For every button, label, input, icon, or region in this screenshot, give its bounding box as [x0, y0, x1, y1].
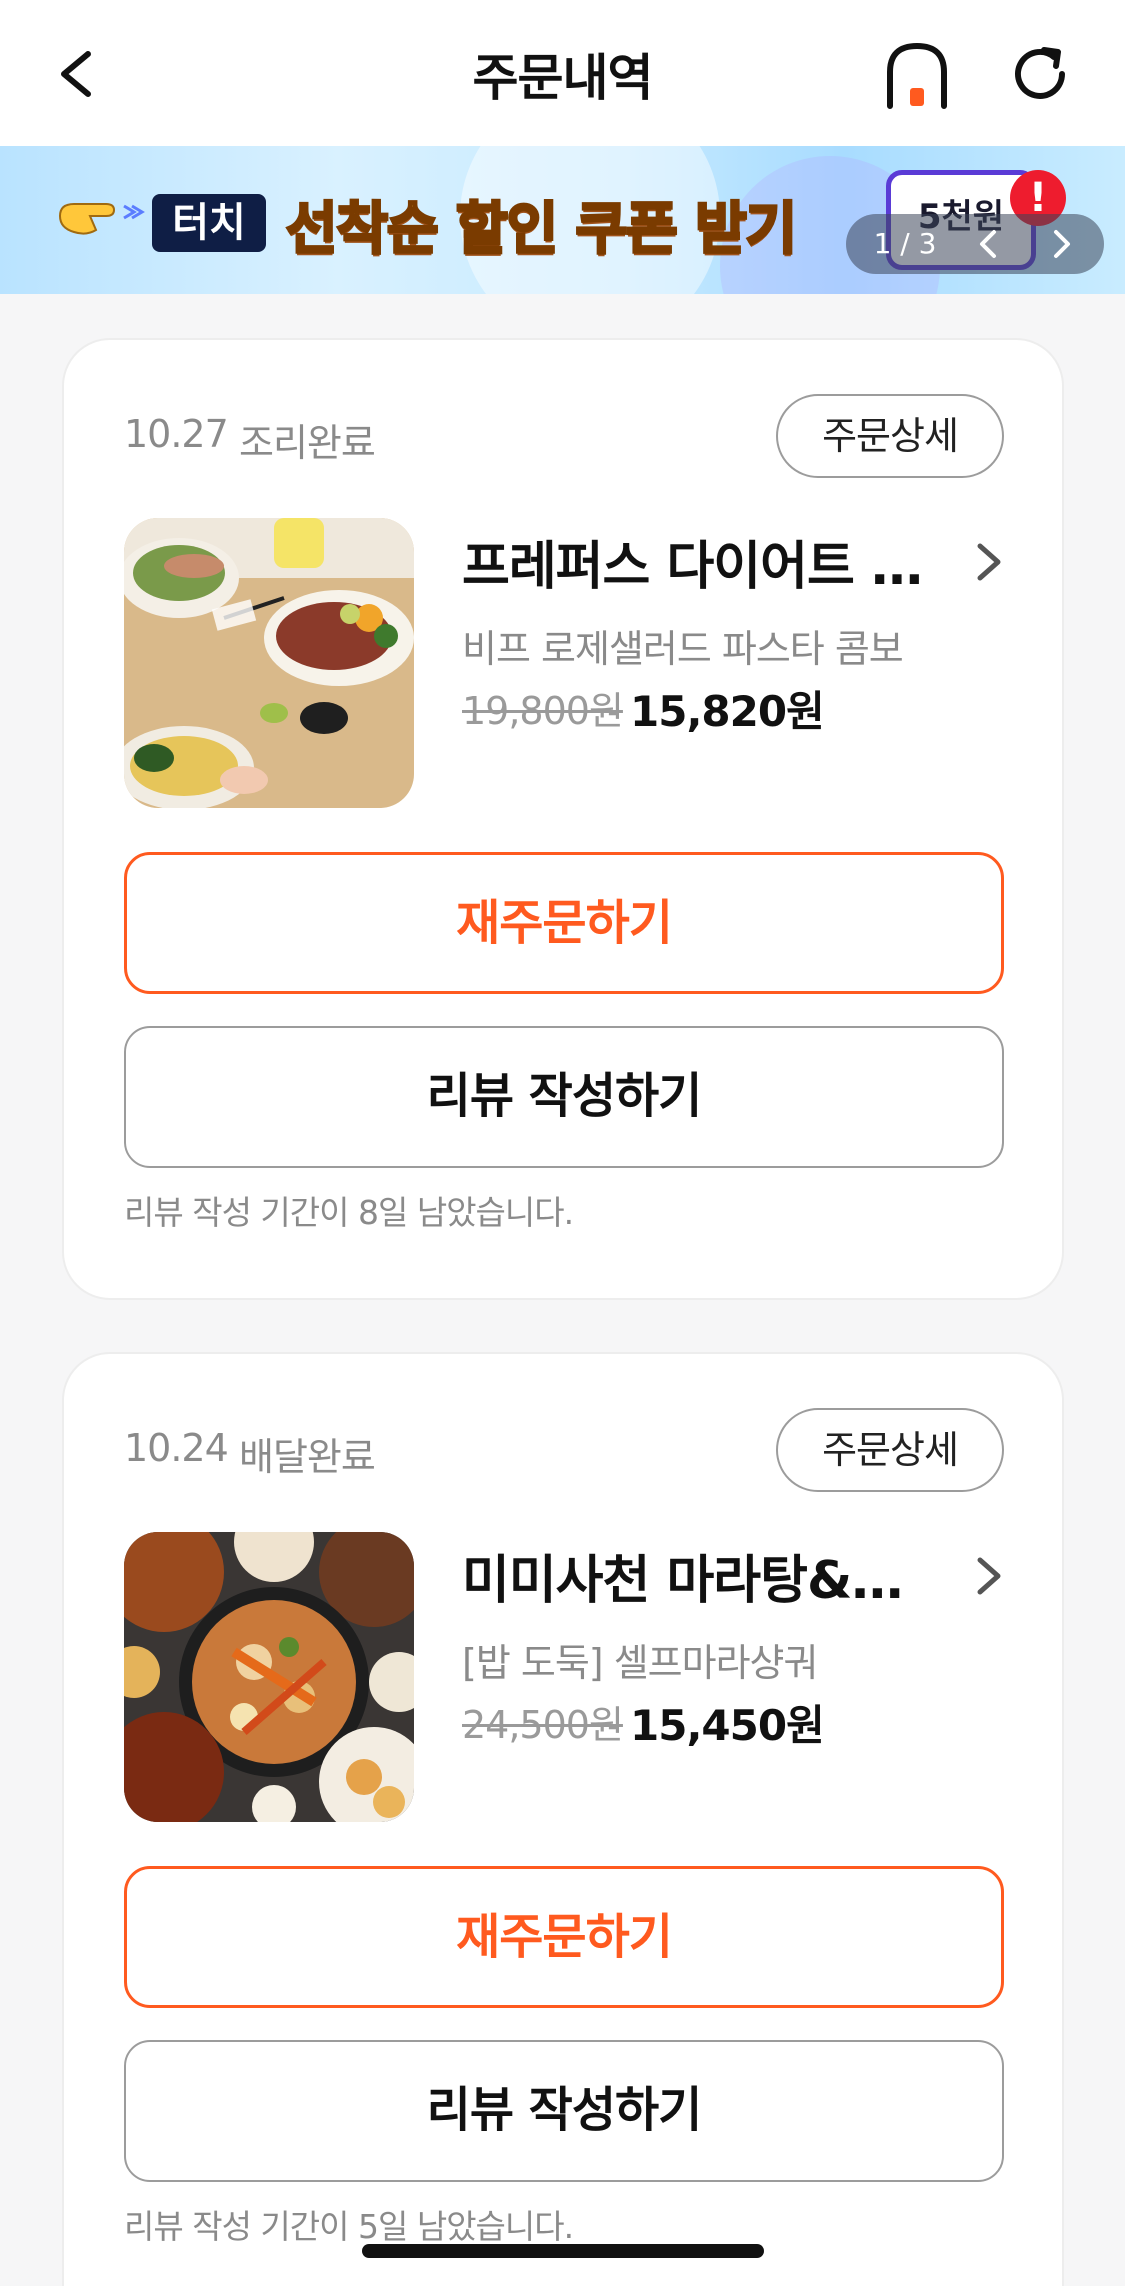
chevron-left-icon[interactable] — [974, 228, 1006, 260]
store-name[interactable]: 프레퍼스 다이어트 푸드 — [462, 524, 932, 599]
page-title: 주문내역 — [472, 49, 654, 107]
menu-name: [밥 도둑] 셀프마라샹궈 — [462, 1641, 818, 1685]
final-price: 15,820원 — [630, 687, 825, 736]
food-thumbnail[interactable] — [124, 1532, 414, 1822]
reorder-button[interactable]: 재주문하기 — [124, 852, 1004, 994]
review-deadline-note: 리뷰 작성 기간이 5일 남았습니다. — [124, 2207, 574, 2246]
order-date: 10.24 — [124, 1426, 229, 1470]
original-price: 24,500원 — [462, 1703, 624, 1747]
write-review-button[interactable]: 리뷰 작성하기 — [124, 2040, 1004, 2182]
menu-name: 비프 로제샐러드 파스타 콤보 — [462, 627, 904, 671]
chevron-right-icon[interactable] — [970, 534, 1006, 590]
order-status: 조리완료 — [239, 421, 376, 465]
write-review-button[interactable]: 리뷰 작성하기 — [124, 1026, 1004, 1168]
reorder-button[interactable]: 재주문하기 — [124, 1866, 1004, 2008]
promo-banner[interactable]: 터치 선착순 할인 쿠폰 받기 5천원 ! 1 / 3 — [0, 146, 1125, 294]
order-detail-button[interactable]: 주문상세 — [776, 394, 1004, 478]
banner-touch-badge: 터치 — [152, 194, 266, 252]
order-card: 10.27 조리완료 주문상세 프레퍼스 다이어트 푸드 비프 로제샐러드 파스… — [62, 338, 1064, 1300]
chevron-right-icon[interactable] — [970, 1548, 1006, 1604]
final-price: 15,450원 — [630, 1701, 825, 1750]
food-thumbnail[interactable] — [124, 518, 414, 808]
banner-pager: 1 / 3 — [846, 214, 1104, 274]
store-name[interactable]: 미미사천 마라탕&마라샹궈 — [462, 1538, 932, 1613]
top-nav-bar: 주문내역 — [0, 0, 1125, 146]
order-detail-button[interactable]: 주문상세 — [776, 1408, 1004, 1492]
order-status: 배달완료 — [239, 1435, 376, 1479]
home-icon[interactable] — [882, 38, 952, 112]
order-date: 10.27 — [124, 412, 229, 456]
original-price: 19,800원 — [462, 689, 624, 733]
home-indicator — [362, 2244, 764, 2258]
banner-page-count: 1 / 3 — [873, 227, 937, 260]
review-deadline-note: 리뷰 작성 기간이 8일 남았습니다. — [124, 1193, 574, 1232]
order-card: 10.24 배달완료 주문상세 미미사천 마라탕&마 [밥 도둑] 셀프마라샹궈… — [62, 1352, 1064, 2286]
refresh-icon[interactable] — [1004, 38, 1076, 110]
chevron-right-icon[interactable] — [1044, 228, 1076, 260]
order-history-screen: 주문내역 터치 선착순 할인 쿠폰 받기 5천원 ! — [0, 0, 1125, 2286]
pointing-hand-icon — [56, 186, 146, 246]
banner-headline: 선착순 할인 쿠폰 받기 — [284, 196, 798, 264]
